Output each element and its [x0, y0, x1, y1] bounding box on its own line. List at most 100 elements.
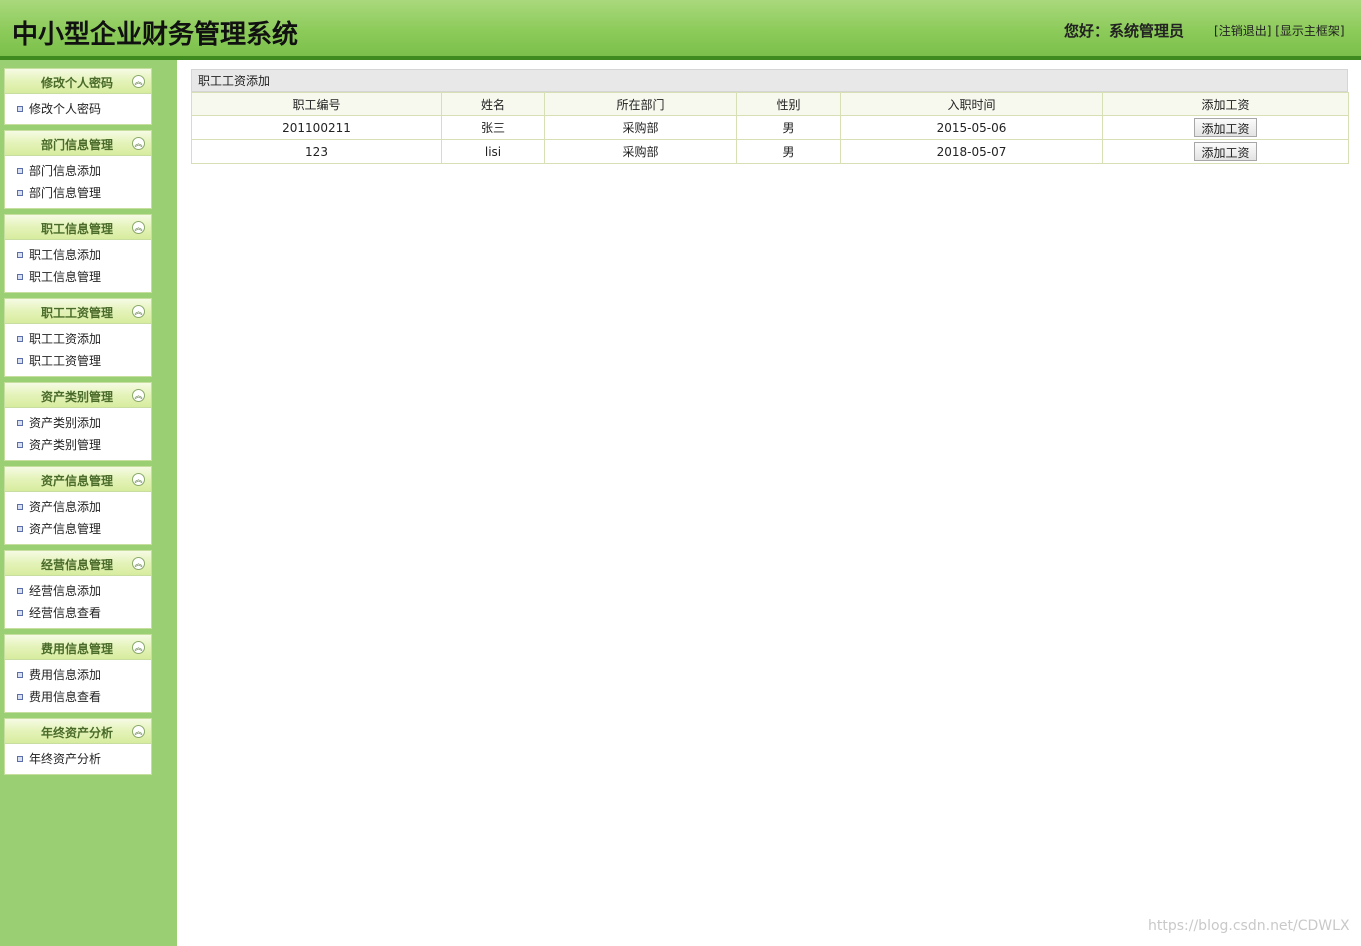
sidebar-panel-employee: 职工信息管理 ︽ 职工信息添加 职工信息管理	[4, 214, 152, 293]
panel-title: 资产信息管理	[40, 474, 113, 488]
main-content: 职工工资添加 职工编号 姓名 所在部门 性别 入职时间 添加工资 2011002…	[191, 69, 1349, 164]
bullet-icon	[17, 504, 23, 510]
sidebar-panel-year-end: 年终资产分析 ︽ 年终资产分析	[4, 718, 152, 775]
bullet-icon	[17, 252, 23, 258]
bullet-icon	[17, 274, 23, 280]
collapse-up-icon[interactable]: ︽	[132, 305, 145, 318]
app-header: 中小型企业财务管理系统 您好：系统管理员 [注销退出] [显示主框架]	[0, 0, 1361, 60]
column-header: 入职时间	[840, 92, 1103, 116]
sidebar: 修改个人密码 ︽ 修改个人密码 部门信息管理 ︽ 部门信息添加 部门信息管理 职…	[0, 60, 177, 946]
sidebar-panel-business: 经营信息管理 ︽ 经营信息添加 经营信息查看	[4, 550, 152, 629]
panel-header[interactable]: 职工工资管理 ︽	[5, 299, 151, 324]
panel-header[interactable]: 部门信息管理 ︽	[5, 131, 151, 156]
sidebar-item-expense-view[interactable]: 费用信息查看	[5, 686, 151, 708]
bullet-icon	[17, 756, 23, 762]
sidebar-item-salary-manage[interactable]: 职工工资管理	[5, 350, 151, 372]
sidebar-panel-password: 修改个人密码 ︽ 修改个人密码	[4, 68, 152, 125]
bullet-icon	[17, 168, 23, 174]
bullet-icon	[17, 190, 23, 196]
employee-dept: 采购部	[544, 139, 737, 164]
table-row: 123 lisi 采购部 男 2018-05-07 添加工资	[191, 139, 1349, 164]
collapse-up-icon[interactable]: ︽	[132, 221, 145, 234]
sidebar-panel-department: 部门信息管理 ︽ 部门信息添加 部门信息管理	[4, 130, 152, 209]
bullet-icon	[17, 672, 23, 678]
bullet-icon	[17, 694, 23, 700]
collapse-up-icon[interactable]: ︽	[132, 641, 145, 654]
panel-title: 修改个人密码	[40, 76, 113, 90]
logout-link[interactable]: 注销退出	[1219, 24, 1267, 38]
employee-dept: 采购部	[544, 115, 737, 140]
bullet-icon	[17, 358, 23, 364]
sidebar-panel-asset-info: 资产信息管理 ︽ 资产信息添加 资产信息管理	[4, 466, 152, 545]
show-main-frame-link[interactable]: 显示主框架	[1280, 24, 1340, 38]
header-links: [注销退出] [显示主框架]	[1214, 24, 1345, 38]
collapse-up-icon[interactable]: ︽	[132, 725, 145, 738]
collapse-up-icon[interactable]: ︽	[132, 473, 145, 486]
panel-title: 年终资产分析	[40, 726, 113, 740]
sidebar-item-asset-info-manage[interactable]: 资产信息管理	[5, 518, 151, 540]
collapse-up-icon[interactable]: ︽	[132, 389, 145, 402]
sidebar-item-business-view[interactable]: 经营信息查看	[5, 602, 151, 624]
sidebar-item-asset-category-manage[interactable]: 资产类别管理	[5, 434, 151, 456]
panel-title: 部门信息管理	[40, 138, 113, 152]
sidebar-item-asset-info-add[interactable]: 资产信息添加	[5, 496, 151, 518]
panel-header[interactable]: 职工信息管理 ︽	[5, 215, 151, 240]
action-cell: 添加工资	[1102, 115, 1349, 140]
sidebar-panel-salary: 职工工资管理 ︽ 职工工资添加 职工工资管理	[4, 298, 152, 377]
employee-name: 张三	[441, 115, 545, 140]
add-salary-button[interactable]: 添加工资	[1194, 142, 1257, 161]
column-header: 所在部门	[544, 92, 737, 116]
panel-header[interactable]: 经营信息管理 ︽	[5, 551, 151, 576]
sidebar-item-change-password[interactable]: 修改个人密码	[5, 98, 151, 120]
add-salary-button[interactable]: 添加工资	[1194, 118, 1257, 137]
panel-header[interactable]: 资产类别管理 ︽	[5, 383, 151, 408]
table-header-row: 职工编号 姓名 所在部门 性别 入职时间 添加工资	[191, 92, 1349, 116]
panel-header[interactable]: 修改个人密码 ︽	[5, 69, 151, 94]
employee-hire-date: 2015-05-06	[840, 115, 1103, 140]
bullet-icon	[17, 106, 23, 112]
sidebar-panel-asset-category: 资产类别管理 ︽ 资产类别添加 资产类别管理	[4, 382, 152, 461]
watermark: https://blog.csdn.net/CDWLX	[1148, 918, 1350, 934]
sidebar-item-salary-add[interactable]: 职工工资添加	[5, 328, 151, 350]
panel-title: 费用信息管理	[40, 642, 113, 656]
bullet-icon	[17, 610, 23, 616]
bullet-icon	[17, 442, 23, 448]
sidebar-item-business-add[interactable]: 经营信息添加	[5, 580, 151, 602]
page-title: 职工工资添加	[191, 69, 1348, 92]
employee-table: 职工编号 姓名 所在部门 性别 入职时间 添加工资 201100211 张三 采…	[191, 92, 1349, 164]
employee-gender: 男	[736, 115, 841, 140]
column-header: 添加工资	[1102, 92, 1349, 116]
app-title: 中小型企业财务管理系统	[12, 20, 299, 50]
column-header: 职工编号	[191, 92, 442, 116]
collapse-up-icon[interactable]: ︽	[132, 137, 145, 150]
user-greeting: 您好：系统管理员	[1064, 22, 1185, 40]
panel-header[interactable]: 资产信息管理 ︽	[5, 467, 151, 492]
sidebar-item-department-manage[interactable]: 部门信息管理	[5, 182, 151, 204]
bullet-icon	[17, 336, 23, 342]
collapse-up-icon[interactable]: ︽	[132, 557, 145, 570]
sidebar-item-employee-manage[interactable]: 职工信息管理	[5, 266, 151, 288]
sidebar-item-department-add[interactable]: 部门信息添加	[5, 160, 151, 182]
employee-hire-date: 2018-05-07	[840, 139, 1103, 164]
bullet-icon	[17, 420, 23, 426]
employee-id: 123	[191, 139, 442, 164]
sidebar-item-expense-add[interactable]: 费用信息添加	[5, 664, 151, 686]
panel-title: 职工工资管理	[40, 306, 113, 320]
column-header: 性别	[736, 92, 841, 116]
action-cell: 添加工资	[1102, 139, 1349, 164]
sidebar-item-employee-add[interactable]: 职工信息添加	[5, 244, 151, 266]
collapse-up-icon[interactable]: ︽	[132, 75, 145, 88]
panel-header[interactable]: 费用信息管理 ︽	[5, 635, 151, 660]
sidebar-panel-expense: 费用信息管理 ︽ 费用信息添加 费用信息查看	[4, 634, 152, 713]
panel-title: 资产类别管理	[40, 390, 113, 404]
sidebar-item-year-end-analysis[interactable]: 年终资产分析	[5, 748, 151, 770]
bullet-icon	[17, 588, 23, 594]
bullet-icon	[17, 526, 23, 532]
sidebar-item-asset-category-add[interactable]: 资产类别添加	[5, 412, 151, 434]
employee-gender: 男	[736, 139, 841, 164]
panel-header[interactable]: 年终资产分析 ︽	[5, 719, 151, 744]
panel-title: 经营信息管理	[40, 558, 113, 572]
panel-title: 职工信息管理	[40, 222, 113, 236]
employee-id: 201100211	[191, 115, 442, 140]
employee-name: lisi	[441, 139, 545, 164]
